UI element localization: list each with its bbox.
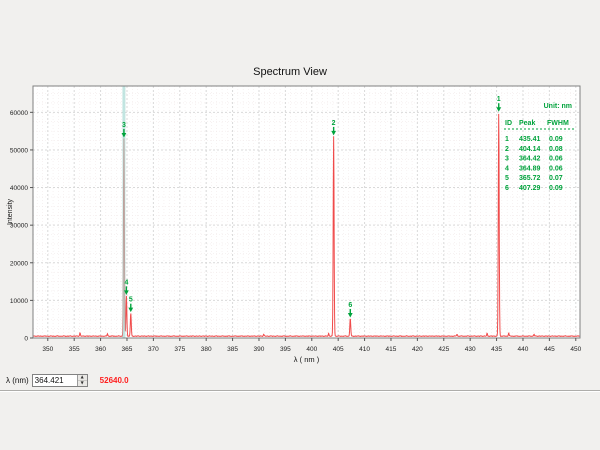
peak-marker-label: 5 (129, 297, 133, 304)
legend-cell-id: 5 (505, 175, 509, 182)
x-tick-label: 445 (544, 346, 555, 353)
y-tick-label: 0 (24, 336, 28, 343)
legend-unit-label: Unit: nm (544, 103, 572, 110)
x-tick-label: 435 (491, 346, 502, 353)
y-tick-label: 50000 (10, 147, 28, 154)
peak-marker-label: 1 (497, 96, 501, 103)
x-tick-label: 385 (227, 346, 238, 353)
y-tick-label: 40000 (10, 185, 28, 192)
legend-cell-peak: 364.89 (519, 165, 541, 172)
peak-marker-label: 6 (348, 302, 352, 309)
x-tick-label: 430 (465, 346, 476, 353)
x-tick-label: 450 (570, 346, 581, 353)
y-axis-title: Intensity (7, 198, 14, 225)
x-tick-label: 360 (95, 346, 106, 353)
spectrum-view-window: Spectrum View 123456Unit: nmIDPeakFWHM14… (0, 0, 600, 450)
intensity-readout: 52640.0 (100, 376, 129, 385)
legend-cell-peak: 407.29 (519, 185, 541, 192)
x-tick-label: 390 (254, 346, 265, 353)
wavelength-input[interactable] (33, 375, 77, 386)
legend-cell-peak: 365.72 (519, 175, 541, 182)
spin-down-button[interactable]: ▼ (78, 381, 87, 386)
x-tick-label: 380 (201, 346, 212, 353)
x-tick-label: 425 (438, 346, 449, 353)
x-tick-label: 395 (280, 346, 291, 353)
x-axis-title: λ ( nm ) (294, 355, 320, 364)
legend-cell-fwhm: 0.07 (549, 175, 563, 182)
x-tick-label: 410 (359, 346, 370, 353)
wavelength-input-group: ▲ ▼ (32, 374, 88, 387)
legend-cell-peak: 404.14 (519, 146, 541, 153)
legend-cell-peak: 364.42 (519, 156, 541, 163)
peak-marker-label: 3 (122, 122, 126, 129)
peak-marker-label: 4 (124, 279, 128, 286)
x-tick-label: 350 (42, 346, 53, 353)
legend-cell-fwhm: 0.06 (549, 156, 563, 163)
peak-marker-label: 2 (332, 120, 336, 127)
legend-cell-fwhm: 0.06 (549, 165, 563, 172)
legend-cell-id: 4 (505, 165, 509, 172)
y-tick-label: 10000 (10, 298, 28, 305)
legend-cell-id: 1 (505, 136, 509, 143)
x-tick-label: 370 (148, 346, 159, 353)
status-bar: λ (nm) ▲ ▼ 52640.0 (0, 371, 600, 389)
legend-cell-id: 2 (505, 146, 509, 153)
y-tick-label: 60000 (10, 110, 28, 117)
wavelength-spinner: ▲ ▼ (77, 375, 87, 386)
legend-cell-id: 6 (505, 185, 509, 192)
x-tick-label: 420 (412, 346, 423, 353)
x-tick-label: 440 (518, 346, 529, 353)
legend-cell-peak: 435.41 (519, 136, 541, 143)
legend-cell-fwhm: 0.08 (549, 146, 563, 153)
legend-header-peak: Peak (519, 120, 535, 127)
statusbar-divider (0, 390, 600, 392)
legend-cell-fwhm: 0.09 (549, 185, 563, 192)
legend-header-id: ID (505, 120, 512, 127)
wavelength-label: λ (nm) (6, 376, 29, 385)
legend-cell-fwhm: 0.09 (549, 136, 563, 143)
x-tick-label: 405 (333, 346, 344, 353)
y-tick-label: 20000 (10, 260, 28, 267)
x-tick-label: 375 (174, 346, 185, 353)
x-tick-label: 355 (69, 346, 80, 353)
legend-cell-id: 3 (505, 156, 509, 163)
legend-header-fwhm: FWHM (547, 120, 569, 127)
x-tick-label: 365 (122, 346, 133, 353)
x-tick-label: 415 (386, 346, 397, 353)
x-tick-label: 400 (306, 346, 317, 353)
